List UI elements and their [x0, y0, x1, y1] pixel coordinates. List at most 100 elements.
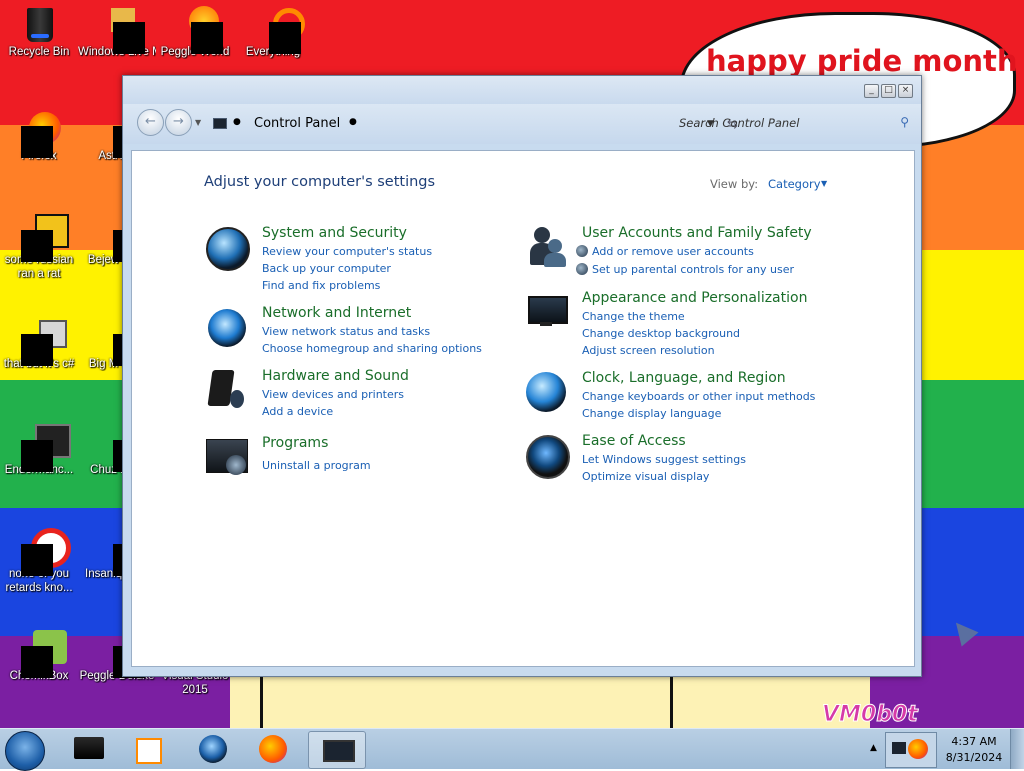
category-title[interactable]: Programs: [262, 435, 328, 451]
taskbar-item-media-player[interactable]: [120, 731, 176, 767]
firefox-icon: [259, 735, 287, 763]
close-button[interactable]: ×: [898, 84, 913, 98]
category-link[interactable]: Let Windows suggest settings: [582, 453, 746, 466]
taskbar: ▲ 4:37 AM 8/31/2024: [0, 728, 1024, 771]
category-link[interactable]: View devices and printers: [262, 388, 404, 401]
programs-icon: [204, 435, 248, 479]
breadcrumb-separator[interactable]: ●: [233, 117, 241, 127]
clock-language-icon: [524, 370, 568, 414]
category-title[interactable]: Ease of Access: [582, 433, 686, 449]
icon-label: Recycle Bin: [8, 46, 70, 58]
view-by-select[interactable]: Category: [768, 177, 821, 191]
maximize-button[interactable]: □: [881, 84, 896, 98]
taskbar-item-firefox[interactable]: [245, 731, 301, 767]
recycle-bin-icon: [21, 6, 57, 42]
title-bar[interactable]: _ □ ×: [123, 76, 921, 104]
category-link[interactable]: Review your computer's status: [262, 245, 432, 258]
category-link[interactable]: Adjust screen resolution: [582, 344, 715, 357]
desktop-icon-recycle-bin[interactable]: Recycle Bin: [0, 6, 78, 59]
taskbar-item-computer[interactable]: [62, 731, 118, 767]
opera-icon: [21, 528, 71, 576]
category-title[interactable]: User Accounts and Family Safety: [582, 225, 812, 241]
firefox-tray-icon[interactable]: [908, 739, 928, 759]
category-link[interactable]: Find and fix problems: [262, 279, 380, 292]
show-hidden-icons-button[interactable]: ▲: [870, 743, 877, 753]
desktop-icon-enderman[interactable]: Endermanc...: [0, 424, 78, 477]
desktop-icon-everything[interactable]: Everything: [234, 6, 312, 59]
everything-search-icon: [255, 6, 305, 54]
category-ease-of-access: Ease of Access Let Windows suggest setti…: [524, 433, 904, 489]
chevron-down-icon[interactable]: ▼: [821, 179, 827, 188]
network-internet-icon: [204, 305, 248, 349]
desktop-icon-chomikbox[interactable]: ChomikBox: [0, 630, 78, 683]
globe-icon: [199, 735, 227, 763]
exe-icon: [21, 214, 69, 262]
uac-shield-icon: [576, 263, 588, 275]
category-title[interactable]: Appearance and Personalization: [582, 290, 807, 306]
hardware-sound-icon: [204, 368, 248, 412]
search-box[interactable]: Search Control Panel ⚲: [669, 109, 915, 135]
firefox-icon: [21, 110, 61, 158]
recent-pages-dropdown[interactable]: ▼: [195, 118, 201, 127]
category-link[interactable]: Optimize visual display: [582, 470, 709, 483]
category-title[interactable]: Clock, Language, and Region: [582, 370, 786, 386]
category-link[interactable]: Change display language: [582, 407, 721, 420]
pride-banner-text: happy pride month: [706, 44, 1018, 78]
category-link[interactable]: Add a device: [262, 405, 333, 418]
windows-live-icon: [99, 6, 145, 54]
uac-shield-icon: [576, 245, 588, 257]
desktop-icon-exe[interactable]: some russian ran a rat: [0, 214, 78, 281]
control-panel-icon: [323, 740, 355, 762]
category-link[interactable]: Change desktop background: [582, 327, 740, 340]
computer-icon: [74, 737, 104, 759]
desktop-icon-opera[interactable]: none of you retards kno...: [0, 528, 78, 595]
category-title[interactable]: Network and Internet: [262, 305, 411, 321]
desktop-icon-firefox[interactable]: Firefox: [0, 110, 78, 163]
desktop-icon-peggle-world[interactable]: Peggle World: [156, 6, 234, 59]
back-button[interactable]: ←: [137, 109, 164, 136]
search-icon[interactable]: ⚲: [900, 115, 909, 129]
drawing-sketch: [230, 668, 870, 728]
taskbar-item-control-panel[interactable]: [308, 731, 366, 769]
system-clock[interactable]: 4:37 AM 8/31/2024: [940, 734, 1008, 766]
network-tray-icon[interactable]: [892, 742, 906, 754]
user-accounts-icon: [524, 225, 568, 269]
content-pane: Adjust your computer's settings View by:…: [131, 150, 915, 667]
minimize-button[interactable]: _: [864, 84, 879, 98]
category-link[interactable]: Uninstall a program: [262, 459, 371, 472]
desktop-icon-windows-live[interactable]: Windows Live Ma: [78, 6, 156, 59]
control-panel-window[interactable]: _ □ × ← → ▼ ● Control Panel ● ▼ ⇆ Search…: [122, 75, 922, 677]
clock-time: 4:37 AM: [951, 735, 997, 748]
view-by-label: View by:: [710, 177, 759, 191]
category-programs: Programs Uninstall a program: [204, 435, 504, 485]
breadcrumb-control-panel[interactable]: Control Panel: [254, 116, 340, 131]
forward-button[interactable]: →: [165, 109, 192, 136]
link-text[interactable]: Set up parental controls for any user: [592, 263, 794, 276]
category-user-accounts: User Accounts and Family Safety Add or r…: [524, 225, 904, 281]
category-link[interactable]: Choose homegroup and sharing options: [262, 342, 482, 355]
category-link[interactable]: Add or remove user accounts: [576, 245, 754, 258]
category-link[interactable]: Change the theme: [582, 310, 685, 323]
peggle-world-icon: [177, 6, 223, 54]
start-button[interactable]: [5, 731, 45, 771]
breadcrumb-separator[interactable]: ●: [349, 117, 357, 127]
shortcut-icon: [21, 318, 67, 366]
category-title[interactable]: System and Security: [262, 225, 407, 241]
show-desktop-button[interactable]: [1010, 729, 1024, 769]
category-link[interactable]: Set up parental controls for any user: [576, 263, 794, 276]
category-link[interactable]: Change keyboards or other input methods: [582, 390, 815, 403]
sketch-stroke: [260, 668, 263, 728]
link-text[interactable]: Add or remove user accounts: [592, 245, 754, 258]
search-input[interactable]: Search Control Panel: [679, 116, 799, 130]
address-bar[interactable]: ● Control Panel ● ▼ ⇆: [209, 108, 738, 136]
desktop-icon-shortcut[interactable]: that but it's c#: [0, 318, 78, 371]
control-panel-icon: [213, 118, 227, 129]
category-hardware-sound: Hardware and Sound View devices and prin…: [204, 368, 504, 424]
category-link[interactable]: Back up your computer: [262, 262, 391, 275]
notification-area[interactable]: [885, 732, 937, 768]
category-title[interactable]: Hardware and Sound: [262, 368, 409, 384]
category-appearance: Appearance and Personalization Change th…: [524, 290, 904, 362]
category-link[interactable]: View network status and tasks: [262, 325, 430, 338]
category-system-security: System and Security Review your computer…: [204, 225, 504, 295]
taskbar-item-globe[interactable]: [185, 731, 241, 767]
